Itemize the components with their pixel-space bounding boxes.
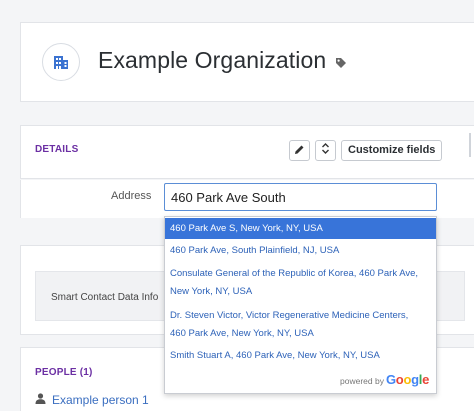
suggestion-item[interactable]: Smith Stuart A, 460 Park Ave, New York, … <box>165 347 436 365</box>
smart-contact-text: Smart Contact Data Info <box>51 292 159 303</box>
edit-button[interactable] <box>289 140 310 161</box>
chevron-up-down-icon <box>321 142 330 160</box>
pencil-icon <box>294 142 305 160</box>
list-item[interactable]: Example person 1 <box>35 391 149 409</box>
suggestion-text: 460 Park Ave, South Plainfield, NJ, USA <box>170 245 340 256</box>
address-suggestions-dropdown: 460 Park Ave S, New York, NY, USA 460 Pa… <box>164 216 437 394</box>
suggestion-item[interactable]: Consulate General of the Republic of Kor… <box>165 265 436 301</box>
tag-icon[interactable] <box>335 56 347 74</box>
address-label: Address <box>111 190 152 202</box>
suggestion-text-line-2: 460 Park Ave, New York, NY, USA <box>170 328 314 339</box>
google-logo: Google <box>385 372 429 387</box>
page-title: Example Organization <box>98 47 327 73</box>
people-section-title: PEOPLE (1) <box>35 367 93 378</box>
reorder-button[interactable] <box>315 140 336 161</box>
suggestion-item[interactable]: 460 Park Ave, South Plainfield, NJ, USA <box>165 242 436 260</box>
suggestion-item[interactable]: Dr. Steven Victor, Victor Regenerative M… <box>165 307 436 343</box>
person-name-link[interactable]: Example person 1 <box>52 393 149 407</box>
suggestion-text-line-2: New York, NY, USA <box>170 286 253 297</box>
customize-fields-button[interactable]: Customize fields <box>341 140 443 161</box>
building-icon <box>42 43 80 81</box>
suggestion-text: Smith Stuart A, 460 Park Ave, New York, … <box>170 350 380 361</box>
address-input[interactable] <box>164 183 437 211</box>
right-edge-divider <box>469 133 474 157</box>
suggestion-text-line-1: Dr. Steven Victor, Victor Regenerative M… <box>170 310 409 321</box>
suggestion-text: 460 Park Ave S, New York, NY, USA <box>170 223 323 234</box>
suggestion-text-line-1: Consulate General of the Republic of Kor… <box>170 268 419 279</box>
address-field-row: Address <box>20 180 474 218</box>
person-icon <box>35 391 46 409</box>
details-section-title: DETAILS <box>35 144 79 155</box>
powered-by-google: powered by Google <box>340 372 429 387</box>
powered-by-label: powered by <box>340 376 384 386</box>
suggestion-item[interactable]: 460 Park Ave S, New York, NY, USA <box>165 218 436 239</box>
organization-header: Example Organization <box>20 22 474 102</box>
details-section: DETAILS Customize fields <box>20 125 474 179</box>
